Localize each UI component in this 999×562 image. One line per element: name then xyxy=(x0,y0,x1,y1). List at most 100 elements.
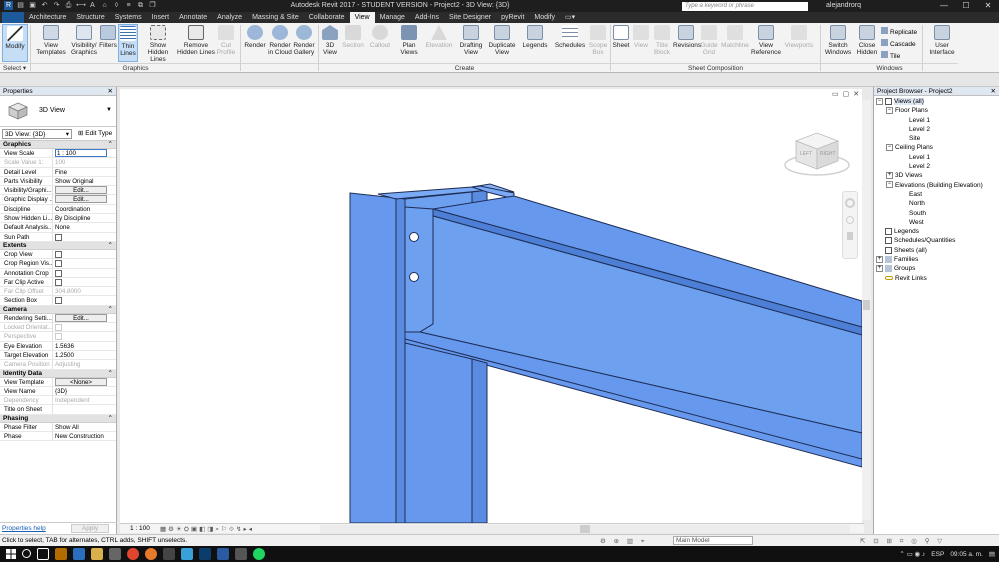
close-view-button[interactable]: ✕ xyxy=(853,90,859,98)
tree-node-schedules[interactable]: Schedules/Quantities xyxy=(874,236,999,245)
remove-hidden-lines-button[interactable]: Remove Hidden Lines xyxy=(177,24,215,62)
photoshop-icon[interactable] xyxy=(199,548,211,560)
scope-box-button[interactable]: Scope Box xyxy=(587,24,609,62)
firefox-icon[interactable] xyxy=(145,548,157,560)
elevation-button[interactable]: Elevation xyxy=(424,24,454,62)
print-icon[interactable]: ⎙ xyxy=(64,1,73,10)
render-gallery-button[interactable]: Render Gallery xyxy=(292,24,316,62)
tree-node-elevations[interactable]: − Elevations (Building Elevation) xyxy=(874,181,999,190)
tab-modify[interactable]: Modify xyxy=(529,12,560,23)
tree-item-ceiling-level2[interactable]: Level 2 xyxy=(874,162,999,171)
callout-button[interactable]: Callout xyxy=(368,24,392,62)
close-hidden-button[interactable]: Close Hidden xyxy=(855,24,879,62)
target-elevation-value[interactable]: 1.2500 xyxy=(53,351,116,359)
tree-node-legends[interactable]: Legends xyxy=(874,227,999,236)
column-right-flange-lower[interactable] xyxy=(471,358,488,523)
tab-add-ins[interactable]: Add-Ins xyxy=(410,12,444,23)
file-explorer-icon[interactable] xyxy=(55,548,67,560)
close-icon[interactable]: ✕ xyxy=(991,87,996,96)
viewcube-left-face[interactable]: LEFT xyxy=(800,151,812,157)
tree-node-revit-links[interactable]: Revit Links xyxy=(874,274,999,283)
horizontal-scrollbar[interactable] xyxy=(320,525,850,533)
user-interface-button[interactable]: User Interface xyxy=(926,24,958,62)
duplicate-view-button[interactable]: Duplicate View xyxy=(486,24,518,62)
tree-node-groups[interactable]: + Groups xyxy=(874,264,999,273)
worksets-icons[interactable]: ⚙ ⊕ ▥ ⌖ xyxy=(600,537,648,546)
notifications-icon[interactable]: ▤ xyxy=(989,550,995,558)
view-reference-button[interactable]: View Reference xyxy=(750,24,782,62)
view-scale-control[interactable]: 1 : 100 xyxy=(130,525,150,532)
tray-icons[interactable]: ⌃ ▭ ◉ ♪ xyxy=(899,550,925,558)
plan-views-button[interactable]: Plan Views xyxy=(397,24,421,62)
filters-button[interactable]: Filters xyxy=(99,24,117,62)
group-graphics[interactable]: Graphics ⌃ xyxy=(0,141,116,149)
spotify-icon[interactable] xyxy=(253,548,265,560)
rendering-settings-edit-button[interactable]: Edit... xyxy=(55,313,107,322)
tab-manage[interactable]: Manage xyxy=(375,12,410,23)
sheet-button[interactable]: Sheet xyxy=(611,24,631,62)
open-icon[interactable]: ▤ xyxy=(16,1,25,10)
column-flange-back[interactable] xyxy=(349,192,397,523)
close-icon[interactable]: ✕ xyxy=(108,87,113,96)
collapse-toggle-icon[interactable]: − xyxy=(886,107,893,115)
view-scale-input[interactable]: 1 : 100 xyxy=(55,149,107,157)
far-clip-active-checkbox[interactable] xyxy=(55,278,62,286)
task-view-icon[interactable] xyxy=(37,548,49,560)
chrome-icon[interactable] xyxy=(127,548,139,560)
3d-canvas[interactable]: LEFT RIGHT xyxy=(120,89,862,523)
3d-view-icon[interactable]: ⌂ xyxy=(100,1,109,10)
tab-insert[interactable]: Insert xyxy=(147,12,175,23)
app-icon[interactable] xyxy=(109,548,121,560)
tab-site-designer[interactable]: Site Designer xyxy=(444,12,496,23)
tab-systems[interactable]: Systems xyxy=(110,12,147,23)
annotation-crop-checkbox[interactable] xyxy=(55,269,62,277)
tree-item-level2[interactable]: Level 2 xyxy=(874,125,999,134)
bolt-hole[interactable] xyxy=(409,232,419,242)
discipline-value[interactable]: Coordination xyxy=(53,205,116,213)
section-box-checkbox[interactable] xyxy=(55,297,62,305)
column-web-lower[interactable] xyxy=(404,342,473,523)
clock[interactable]: 09:05 a. m. xyxy=(950,551,983,558)
text-icon[interactable]: A xyxy=(88,1,97,10)
view-template-button[interactable]: <None> xyxy=(55,377,107,386)
crop-region-visible-checkbox[interactable] xyxy=(55,260,62,268)
graphic-display-edit-button[interactable]: Edit... xyxy=(55,195,107,204)
switch-windows-icon[interactable]: ❐ xyxy=(148,1,157,10)
search-input[interactable]: Type a keyword or phrase xyxy=(682,2,808,11)
zoom-icon[interactable] xyxy=(846,216,854,224)
collapse-toggle-icon[interactable]: − xyxy=(886,181,893,189)
show-hidden-lines-button[interactable]: Show Hidden Lines xyxy=(140,24,176,63)
type-selector[interactable]: 3D View ▼ xyxy=(0,96,116,127)
viewcube-icon[interactable] xyxy=(782,129,852,179)
maximize-button[interactable]: ☐ xyxy=(955,0,977,12)
cut-profile-button[interactable]: Cut Profile xyxy=(215,24,237,62)
measure-icon[interactable]: ⟷ xyxy=(76,1,86,10)
section-icon[interactable]: ◊ xyxy=(112,1,121,10)
tree-node-families[interactable]: + Families xyxy=(874,255,999,264)
tab-view[interactable]: View xyxy=(349,12,375,23)
view-name-value[interactable]: {3D} xyxy=(53,387,116,395)
app-icon[interactable] xyxy=(235,548,247,560)
show-hidden-value[interactable]: By Discipline xyxy=(53,214,116,222)
restore-view-button[interactable]: ▢ xyxy=(843,90,850,98)
collapse-toggle-icon[interactable]: − xyxy=(886,144,893,152)
view-templates-button[interactable]: View Templates xyxy=(34,24,68,62)
scrollbar-thumb[interactable] xyxy=(863,300,870,310)
end-plate[interactable] xyxy=(404,206,434,333)
revit-app-icon[interactable] xyxy=(73,548,85,560)
group-phasing[interactable]: Phasing ⌃ xyxy=(0,414,116,423)
tree-item-south[interactable]: South xyxy=(874,209,999,218)
scrollbar-thumb[interactable] xyxy=(580,525,590,533)
title-on-sheet-value[interactable] xyxy=(53,405,116,413)
vis-graphics-edit-button[interactable]: Edit... xyxy=(55,186,107,195)
language-indicator[interactable]: ESP xyxy=(931,551,944,558)
tree-item-west[interactable]: West xyxy=(874,218,999,227)
tree-node-floor-plans[interactable]: − Floor Plans xyxy=(874,106,999,115)
tab-collaborate[interactable]: Collaborate xyxy=(304,12,350,23)
matchline-button[interactable]: Matchline xyxy=(720,24,750,62)
switch-windows-button[interactable]: Switch Windows xyxy=(823,24,853,62)
minimize-button[interactable]: — xyxy=(933,0,955,12)
parts-visibility-value[interactable]: Show Original xyxy=(53,177,116,185)
tab-pyrevit[interactable]: pyRevit xyxy=(496,12,529,23)
view-control-icons[interactable]: ▦⚙☀⛭▣◧◨⌕⚐⟐↯▸◂ xyxy=(160,525,254,534)
